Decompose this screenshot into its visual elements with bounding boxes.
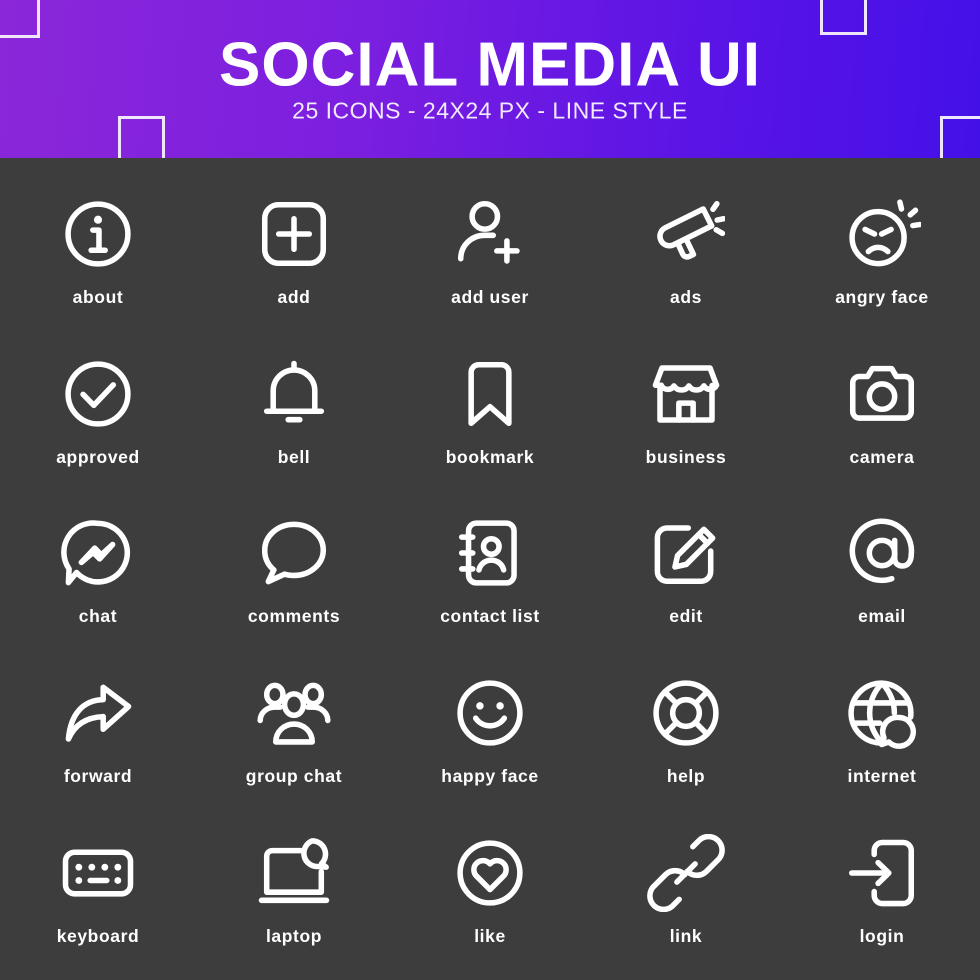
icon-label: ads xyxy=(670,287,702,308)
icon-cell-keyboard[interactable]: keyboard xyxy=(0,810,196,970)
ads-icon[interactable] xyxy=(647,195,725,273)
email-icon[interactable] xyxy=(843,514,921,592)
icon-cell-add[interactable]: add xyxy=(196,172,392,332)
icon-cell-like[interactable]: like xyxy=(392,810,588,970)
icon-cell-approved[interactable]: approved xyxy=(0,332,196,492)
icon-cell-happy-face[interactable]: happy face xyxy=(392,651,588,811)
icon-cell-comments[interactable]: comments xyxy=(196,491,392,651)
header-banner: SOCIAL MEDIA UI 25 ICONS - 24X24 PX - LI… xyxy=(0,0,980,158)
icon-label: link xyxy=(669,925,703,946)
icon-label: login xyxy=(859,925,905,946)
like-icon[interactable] xyxy=(451,834,529,912)
camera-icon[interactable] xyxy=(843,355,921,433)
icon-label: about xyxy=(72,287,124,308)
icon-cell-add-user[interactable]: add user xyxy=(392,172,588,332)
icon-grid: about add add user ads angry face approv… xyxy=(0,158,980,980)
bookmark-icon[interactable] xyxy=(451,355,529,433)
keyboard-icon[interactable] xyxy=(59,834,137,912)
icon-cell-edit[interactable]: edit xyxy=(588,491,784,651)
icon-label: forward xyxy=(63,766,133,787)
icon-cell-about[interactable]: about xyxy=(0,172,196,332)
icon-label: camera xyxy=(849,446,915,467)
contact-list-icon[interactable] xyxy=(451,514,529,592)
icon-label: keyboard xyxy=(56,925,140,946)
chat-icon[interactable] xyxy=(59,514,137,592)
laptop-icon[interactable] xyxy=(255,834,333,912)
about-icon[interactable] xyxy=(59,195,137,273)
icon-cell-business[interactable]: business xyxy=(588,332,784,492)
group-chat-icon[interactable] xyxy=(255,674,333,752)
icon-label: bookmark xyxy=(445,446,535,467)
icon-label: happy face xyxy=(441,766,539,787)
icon-label: email xyxy=(858,606,906,627)
icon-cell-ads[interactable]: ads xyxy=(588,172,784,332)
angry-face-icon[interactable] xyxy=(843,195,921,273)
icon-cell-link[interactable]: link xyxy=(588,810,784,970)
icon-cell-laptop[interactable]: laptop xyxy=(196,810,392,970)
page-title: SOCIAL MEDIA UI xyxy=(218,30,762,100)
icon-label: angry face xyxy=(835,287,929,308)
bell-icon[interactable] xyxy=(255,355,333,433)
business-icon[interactable] xyxy=(647,355,725,433)
help-icon[interactable] xyxy=(647,674,725,752)
icon-label: internet xyxy=(847,766,917,787)
icon-label: comments xyxy=(247,606,341,627)
icon-label: contact list xyxy=(440,606,540,627)
page-subtitle: 25 ICONS - 24X24 PX - LINE STYLE xyxy=(292,97,688,124)
icon-cell-forward[interactable]: forward xyxy=(0,651,196,811)
icon-cell-email[interactable]: email xyxy=(784,491,980,651)
icon-cell-chat[interactable]: chat xyxy=(0,491,196,651)
icon-cell-bell[interactable]: bell xyxy=(196,332,392,492)
icon-label: group chat xyxy=(245,766,343,787)
link-icon[interactable] xyxy=(647,833,725,912)
comments-icon[interactable] xyxy=(255,514,333,592)
icon-label: help xyxy=(666,766,706,787)
icon-cell-bookmark[interactable]: bookmark xyxy=(392,332,588,492)
icon-label: like xyxy=(474,925,506,946)
add-icon[interactable] xyxy=(255,195,333,273)
internet-icon[interactable] xyxy=(843,674,921,752)
icon-cell-group-chat[interactable]: group chat xyxy=(196,651,392,811)
add-user-icon[interactable] xyxy=(451,195,529,273)
icon-label: approved xyxy=(56,446,140,467)
icon-cell-camera[interactable]: camera xyxy=(784,332,980,492)
icon-label: business xyxy=(645,446,727,467)
edit-icon[interactable] xyxy=(647,514,725,592)
icon-label: add user xyxy=(451,287,529,308)
icon-cell-internet[interactable]: internet xyxy=(784,651,980,811)
banner-text-block: SOCIAL MEDIA UI 25 ICONS - 24X24 PX - LI… xyxy=(0,30,980,125)
approved-icon[interactable] xyxy=(59,355,137,433)
login-icon[interactable] xyxy=(843,834,921,912)
icon-cell-contact-list[interactable]: contact list xyxy=(392,491,588,651)
forward-icon[interactable] xyxy=(59,674,137,752)
decorative-square-top-left xyxy=(0,0,40,38)
icon-label: add xyxy=(277,287,311,308)
icon-label: chat xyxy=(78,606,118,627)
icon-cell-login[interactable]: login xyxy=(784,810,980,970)
icon-cell-angry-face[interactable]: angry face xyxy=(784,172,980,332)
icon-cell-help[interactable]: help xyxy=(588,651,784,811)
icon-label: bell xyxy=(277,446,311,467)
decorative-square-top-right xyxy=(820,0,867,35)
happy-face-icon[interactable] xyxy=(451,674,529,752)
icon-label: edit xyxy=(669,606,703,627)
icon-label: laptop xyxy=(265,925,323,946)
